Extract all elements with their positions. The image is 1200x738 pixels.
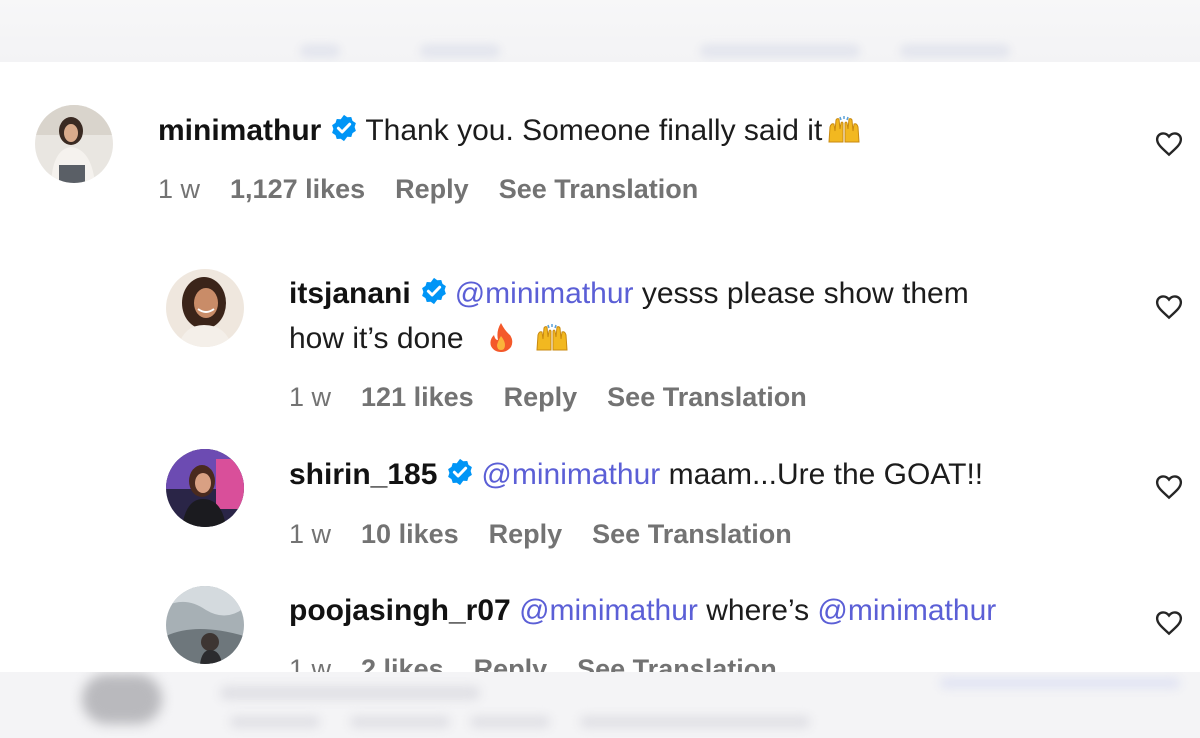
comment-meta: 1 w 2 likes Reply See Translation [289, 654, 807, 672]
mention-link[interactable]: @minimathur [519, 594, 698, 627]
comment-text-row: minimathur Thank you. Someone finally sai… [158, 108, 862, 158]
see-translation-button[interactable]: See Translation [592, 519, 792, 549]
fire-icon [486, 321, 516, 366]
comment-text: where’s [706, 594, 810, 627]
comment-meta: 1 w 121 likes Reply See Translation [289, 382, 837, 413]
timestamp[interactable]: 1 w [289, 519, 331, 549]
heart-outline-icon[interactable] [1154, 608, 1184, 638]
timestamp[interactable]: 1 w [289, 382, 331, 412]
comment-text-row: poojasingh_r07 @minimathur where’s @mini… [289, 588, 996, 633]
see-translation-button[interactable]: See Translation [607, 382, 807, 412]
reply-button[interactable]: Reply [395, 174, 469, 204]
avatar[interactable] [166, 586, 244, 664]
timestamp[interactable]: 1 w [289, 654, 331, 672]
mention-link-2[interactable]: @minimathur [817, 594, 996, 627]
avatar[interactable] [166, 269, 244, 347]
background-blur-bottom [0, 672, 1200, 738]
raising-hands-icon [826, 113, 862, 158]
likes-count[interactable]: 10 likes [361, 519, 459, 549]
avatar[interactable] [166, 449, 244, 527]
timestamp[interactable]: 1 w [158, 174, 200, 204]
comment-meta: 1 w 1,127 likes Reply See Translation [158, 174, 728, 205]
verified-badge-icon [329, 111, 359, 156]
see-translation-button[interactable]: See Translation [499, 174, 699, 204]
heart-outline-icon[interactable] [1154, 292, 1184, 322]
comment-text: Thank you. Someone finally said it [365, 114, 823, 147]
verified-badge-icon [445, 455, 475, 500]
reply-button[interactable]: Reply [489, 519, 563, 549]
avatar[interactable] [35, 105, 113, 183]
comment-text-row-2: how it’s done [289, 316, 570, 366]
verified-badge-icon [419, 274, 449, 319]
comment-meta: 1 w 10 likes Reply See Translation [289, 519, 822, 550]
username[interactable]: poojasingh_r07 [289, 594, 511, 627]
mention-link[interactable]: @minimathur [455, 277, 634, 310]
comments-panel: minimathur Thank you. Someone finally sai… [0, 62, 1200, 672]
username[interactable]: itsjanani [289, 277, 411, 310]
username[interactable]: shirin_185 [289, 458, 437, 491]
see-translation-button[interactable]: See Translation [577, 654, 777, 672]
comment-text: yesss please show them [641, 277, 969, 310]
heart-outline-icon[interactable] [1154, 129, 1184, 159]
comment-text: how it’s done [289, 322, 464, 355]
reply-button[interactable]: Reply [474, 654, 548, 672]
username[interactable]: minimathur [158, 114, 321, 147]
reply-button[interactable]: Reply [504, 382, 578, 412]
likes-count[interactable]: 1,127 likes [230, 174, 365, 204]
mention-link[interactable]: @minimathur [481, 458, 660, 491]
comment-text: maam...Ure the GOAT!! [668, 458, 984, 491]
background-blur-top [0, 0, 1200, 62]
comment-text-row: shirin_185 @minimathur maam...Ure the GOA… [289, 452, 983, 500]
likes-count[interactable]: 121 likes [361, 382, 474, 412]
heart-outline-icon[interactable] [1154, 472, 1184, 502]
raising-hands-icon [534, 321, 570, 366]
likes-count[interactable]: 2 likes [361, 654, 444, 672]
comment-text-row: itsjanani @minimathur yesss please show t… [289, 271, 969, 319]
